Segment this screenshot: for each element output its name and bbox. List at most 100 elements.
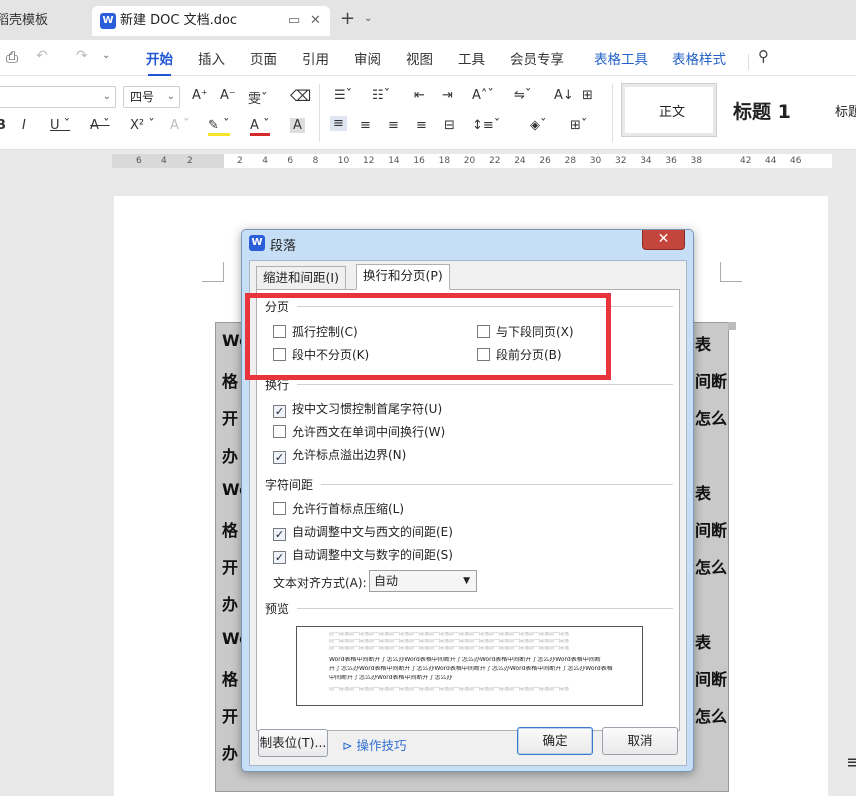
scroll-indicator-icon[interactable]: ≡ [846,752,856,773]
menu-home[interactable]: 开始 [146,48,173,76]
increase-indent-icon[interactable]: ⇥ [442,88,453,103]
tab-indent-spacing[interactable]: 缩进和间距(I) [256,266,346,290]
numbering-icon[interactable]: ☷ˇ [372,88,390,103]
align-right-icon[interactable]: ≡ [388,118,399,133]
font-color-icon[interactable]: A ˇ [250,118,270,136]
ruler-tick-label: 8 [312,156,319,166]
chevron-down-icon[interactable]: ⌄ [364,13,372,24]
checkbox-label: 自动调整中文与数字的间距(S) [292,548,453,562]
dialog-titlebar[interactable]: W 段落 ✕ [242,230,693,258]
ruler-tick-label: 2 [237,156,243,166]
menu-bar: ⎙ ↶ ↷ ⌄ 开始 插入 页面 引用 审阅 视图 工具 会员专享 表格工具 表… [0,40,856,76]
ruler-tick-label: 4 [161,156,167,166]
align-center-icon[interactable]: ≡ [360,118,371,133]
font-size-combo[interactable]: 四号 ⌄ [123,86,180,108]
menu-tools[interactable]: 工具 [458,48,485,68]
font-size-value: 四号 [130,90,155,104]
hanging-punctuation-checkbox[interactable]: ✓ 允许标点溢出边界(N) [273,446,406,464]
italic-icon[interactable]: I [22,118,26,133]
char-shading-icon[interactable]: A [290,118,305,133]
style-heading[interactable]: 标题 [826,84,856,136]
preview-previous-line: 前一段落前一段落前一段落前一段落前一段落前一段落前一段落前一段落前一段落前一段落… [329,632,570,636]
menu-table-style[interactable]: 表格样式 [672,48,726,68]
ruler-tick-label: 44 [765,156,777,166]
new-tab-plus-icon[interactable]: + [340,8,355,29]
style-label: 正文 [659,105,686,120]
menu-member[interactable]: 会员专享 [510,48,564,68]
grow-font-icon[interactable]: A⁺ [192,88,208,103]
menu-view[interactable]: 视图 [406,48,433,68]
clear-format-icon[interactable]: ⌫ [290,87,311,105]
redo-icon[interactable]: ↷ [76,48,88,64]
ruler-tick-label: 34 [640,156,652,166]
line-spacing-icon[interactable]: ↕≡ˇ [472,118,500,133]
wps-writer-icon: W [249,235,265,251]
bold-icon[interactable]: B [0,118,6,133]
undo-icon[interactable]: ↶ [36,48,48,64]
tab-window-icon[interactable]: ▭ [288,6,300,36]
print-preview-icon[interactable]: ⎙ [6,48,18,66]
sort-icon[interactable]: A↓ [554,88,574,103]
close-icon[interactable]: ✕ [642,230,685,250]
search-icon[interactable]: ⚲ [758,47,769,65]
ruler-tick-label: 38 [690,156,703,166]
phonetic-guide-icon[interactable]: 雯ˇ [248,88,268,107]
tab-bar: 稻壳模板 W 新建 DOC 文档.doc ▭ ✕ + ⌄ [0,0,856,40]
borders-icon[interactable]: ⊞ˇ [570,118,587,133]
quick-access-dropdown-icon[interactable]: ⌄ [102,50,110,61]
menu-page[interactable]: 页面 [250,48,277,68]
bullets-icon[interactable]: ☰ˇ [334,88,352,103]
shading-icon[interactable]: ◈ˇ [530,118,547,133]
ribbon-toolbar: ⌄ 四号 ⌄ A⁺ A⁻ 雯ˇ ⌫ B I U ˇ A ˇ X² ˇ A ˇ ✎ … [0,76,856,150]
menu-references[interactable]: 引用 [302,48,329,68]
chinese-line-control-checkbox[interactable]: ✓ 按中文习惯控制首尾字符(U) [273,400,442,418]
preview-sample-line: 开了怎么办Word表格中间断开了怎么办Word表格中间断开了怎么办Word表格中… [329,666,613,672]
decrease-indent-icon[interactable]: ⇤ [414,88,425,103]
ruler-tick-label: 16 [413,156,425,166]
superscript-icon[interactable]: X² ˇ [130,118,155,133]
chinese-layout-icon[interactable]: ⇋ˇ [514,88,531,103]
distributed-icon[interactable]: ⊟ [444,118,455,133]
tips-link[interactable]: ⊳ 操作技巧 [342,735,406,754]
table-cell-text: 间断 [695,521,728,540]
ruler-tick-label: 18 [438,156,451,166]
preview-previous-line: 前一段落前一段落前一段落前一段落前一段落前一段落前一段落前一段落前一段落前一段落… [329,646,570,650]
cancel-button[interactable]: 取消 [602,727,678,755]
show-marks-icon[interactable]: ⊞ [582,88,593,103]
compress-punctuation-checkbox[interactable]: 允许行首标点压缩(L) [273,500,404,517]
style-normal[interactable]: 正文 [621,83,717,137]
text-direction-icon[interactable]: A˄ˇ [472,88,494,103]
text-align-label: 文本对齐方式(A): [273,576,367,590]
checkbox-label: 按中文习惯控制首尾字符(U) [292,402,443,416]
style-label: 标题 1 [733,101,791,123]
justify-icon[interactable]: ≡ [416,118,427,133]
text-effect-icon[interactable]: A ˇ [170,118,190,133]
tab-document[interactable]: W 新建 DOC 文档.doc ▭ ✕ [92,6,330,36]
tab-close-icon[interactable]: ✕ [310,6,321,36]
align-left-icon[interactable]: ≡ [330,116,347,131]
table-cell-text: 办 [222,744,239,764]
style-heading-1[interactable]: 标题 1 [720,84,818,136]
font-name-combo[interactable]: ⌄ [0,86,116,108]
menu-table-tools[interactable]: 表格工具 [594,48,648,68]
table-cell-text: 怎么 [695,558,728,578]
tab-daoke-template[interactable]: 稻壳模板 [0,6,86,36]
menu-insert[interactable]: 插入 [198,48,225,68]
table-handle[interactable] [728,322,736,330]
highlight-icon[interactable]: ✎ ˇ [208,118,230,136]
tabs-button[interactable]: 制表位(T)... [258,729,328,757]
tab-line-page-breaks[interactable]: 换行和分页(P) [356,264,450,290]
underline-icon[interactable]: U ˇ [50,118,70,133]
table-cell-text: 怎么 [695,707,728,726]
ok-button[interactable]: 确定 [517,727,593,755]
strikethrough-icon[interactable]: A ˇ [90,118,110,133]
auto-space-cn-en-checkbox[interactable]: ✓ 自动调整中文与西文的间距(E) [273,523,453,541]
check-icon: ✓ [273,528,286,541]
shrink-font-icon[interactable]: A⁻ [220,88,236,103]
table-cell-text: 开 [222,409,239,429]
auto-space-cn-num-checkbox[interactable]: ✓ 自动调整中文与数字的间距(S) [273,546,453,564]
menu-review[interactable]: 审阅 [354,48,381,68]
table-cell-text: 格 [222,669,239,689]
text-align-select[interactable]: 自动 ▼ [369,570,477,592]
word-wrap-checkbox[interactable]: 允许西文在单词中间换行(W) [273,423,445,440]
